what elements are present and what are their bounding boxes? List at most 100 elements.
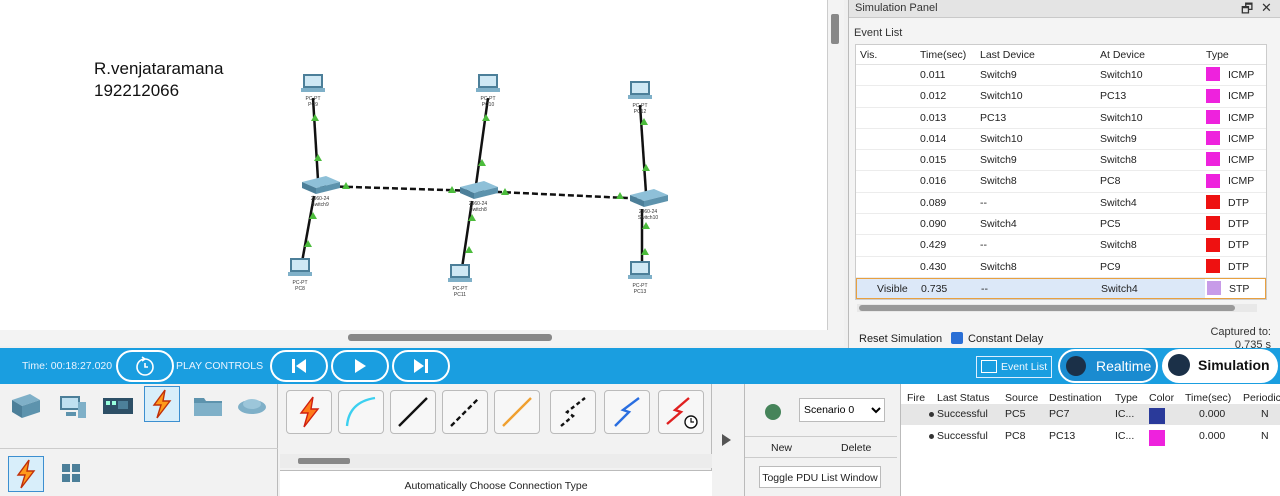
copper-cross-icon[interactable] bbox=[442, 390, 488, 434]
fire-dot-icon[interactable] bbox=[929, 412, 934, 417]
event-row[interactable]: Visible 0.735 -- Switch4 STP bbox=[856, 277, 1266, 299]
realtime-mode-button[interactable]: Realtime bbox=[1058, 349, 1158, 383]
toggle-pdu-list-button[interactable]: Toggle PDU List Window bbox=[759, 466, 881, 488]
step-forward-button[interactable] bbox=[392, 350, 450, 382]
event-list-button[interactable]: Event List bbox=[976, 356, 1052, 378]
event-type-label: DTP bbox=[1228, 260, 1249, 273]
scroll-thumb[interactable] bbox=[348, 334, 552, 341]
scroll-thumb[interactable] bbox=[298, 458, 350, 464]
event-vis bbox=[856, 65, 920, 85]
scenario-select[interactable]: Scenario 0 bbox=[799, 398, 885, 422]
pdu-row[interactable]: Successful PC5 PC7 IC... 0.000 N bbox=[901, 404, 1280, 425]
event-row[interactable]: 0.014 Switch10 Switch9 ICMP bbox=[856, 129, 1266, 151]
event-last-device: Switch9 bbox=[980, 154, 1017, 167]
auto-connection-icon[interactable] bbox=[8, 456, 44, 492]
event-row[interactable]: 0.015 Switch9 Switch8 ICMP bbox=[856, 150, 1266, 172]
connection-type-label: Automatically Choose Connection Type bbox=[280, 470, 712, 496]
event-row[interactable]: 0.090 Switch4 PC5 DTP bbox=[856, 214, 1266, 236]
new-scenario-button[interactable]: New bbox=[771, 442, 792, 454]
cloud-icon[interactable] bbox=[234, 388, 270, 424]
event-type: ICMP bbox=[1206, 150, 1266, 170]
folder-icon[interactable] bbox=[190, 388, 226, 424]
col-color[interactable]: Color bbox=[1149, 392, 1174, 404]
event-last-device: Switch8 bbox=[980, 175, 1017, 188]
coaxial-icon[interactable] bbox=[604, 390, 650, 434]
restore-icon[interactable]: 🗗 bbox=[1241, 0, 1253, 22]
constant-delay-checkbox[interactable]: Constant Delay bbox=[951, 332, 1043, 345]
pc-base bbox=[628, 275, 652, 279]
col-vis[interactable]: Vis. bbox=[856, 45, 920, 64]
col-time[interactable]: Time(sec) bbox=[1185, 392, 1231, 404]
workspace-vertical-scrollbar[interactable] bbox=[828, 0, 844, 330]
router-module-icon[interactable] bbox=[100, 388, 136, 424]
pc-screen bbox=[292, 260, 308, 270]
event-type: DTP bbox=[1206, 257, 1266, 277]
pdu-row[interactable]: Successful PC8 PC13 IC... 0.000 N bbox=[901, 426, 1280, 447]
close-icon[interactable]: ✕ bbox=[1261, 0, 1272, 16]
fiber-icon[interactable] bbox=[494, 390, 540, 434]
event-row[interactable]: 0.012 Switch10 PC13 ICMP bbox=[856, 86, 1266, 108]
col-fire[interactable]: Fire bbox=[907, 392, 925, 404]
event-type-label: ICMP bbox=[1228, 132, 1255, 145]
connections-icon[interactable] bbox=[144, 386, 180, 422]
pc-screen bbox=[480, 76, 496, 86]
col-source[interactable]: Source bbox=[1005, 392, 1038, 404]
reset-simulation-button[interactable]: Reset Simulation bbox=[859, 333, 942, 345]
console-cable-icon[interactable] bbox=[338, 390, 384, 434]
event-at-device: PC9 bbox=[1100, 260, 1121, 273]
col-periodic[interactable]: Periodic bbox=[1243, 392, 1280, 404]
step-back-button[interactable] bbox=[270, 350, 328, 382]
col-last-status[interactable]: Last Status bbox=[937, 392, 990, 404]
end-device-icon[interactable] bbox=[54, 388, 90, 424]
event-last-device: PC13 bbox=[980, 111, 1007, 124]
col-type[interactable]: Type bbox=[1115, 392, 1138, 404]
fire-dot-icon[interactable] bbox=[929, 434, 934, 439]
pdu-time: 0.000 bbox=[1199, 430, 1226, 442]
connection-type-panel: Automatically Choose Connection Type bbox=[280, 384, 712, 496]
col-type[interactable]: Type bbox=[1206, 45, 1266, 64]
copper-straight-icon[interactable] bbox=[390, 390, 436, 434]
event-at-device: Switch4 bbox=[1100, 196, 1137, 209]
event-last-device: Switch9 bbox=[980, 69, 1017, 81]
event-type: STP bbox=[1207, 279, 1266, 298]
col-destination[interactable]: Destination bbox=[1049, 392, 1102, 404]
event-row[interactable]: 0.013 PC13 Switch10 ICMP bbox=[856, 108, 1266, 129]
event-vis bbox=[856, 129, 920, 149]
checkbox-checked-icon[interactable] bbox=[951, 332, 963, 344]
event-time: 0.090 bbox=[920, 218, 947, 231]
power-cycle-button[interactable] bbox=[116, 350, 174, 382]
col-last-device[interactable]: Last Device bbox=[980, 45, 1100, 64]
pdu-panel-toggle[interactable] bbox=[712, 384, 740, 496]
phone-cable-icon[interactable] bbox=[550, 390, 596, 434]
logical-workspace[interactable]: R.venjataramana 192212066 2960-24 Switch9… bbox=[0, 0, 828, 330]
play-button[interactable] bbox=[331, 350, 389, 382]
workspace-horizontal-scrollbar[interactable] bbox=[0, 330, 844, 346]
simulation-footer: Reset Simulation Constant Delay Captured… bbox=[849, 322, 1280, 351]
auto-connection-icon[interactable] bbox=[286, 390, 332, 434]
event-list-horizontal-scrollbar[interactable] bbox=[857, 304, 1257, 312]
switch-icon[interactable] bbox=[8, 388, 44, 424]
col-time[interactable]: Time(sec) bbox=[920, 45, 980, 64]
info-icon[interactable] bbox=[765, 404, 781, 420]
play-controls-label: PLAY CONTROLS bbox=[176, 360, 264, 372]
divider bbox=[0, 448, 278, 449]
scroll-thumb[interactable] bbox=[831, 14, 839, 44]
event-color-swatch bbox=[1206, 258, 1220, 273]
event-row[interactable]: 0.429 -- Switch8 DTP bbox=[856, 235, 1266, 257]
event-time: 0.011 bbox=[920, 69, 946, 81]
serial-dce-icon[interactable] bbox=[658, 390, 704, 434]
col-at-device[interactable]: At Device bbox=[1100, 45, 1204, 64]
event-row[interactable]: 0.430 Switch8 PC9 DTP bbox=[856, 257, 1266, 278]
simulation-mode-button[interactable]: Simulation bbox=[1162, 349, 1278, 383]
scroll-thumb[interactable] bbox=[859, 305, 1235, 311]
connection-scrollbar[interactable] bbox=[280, 454, 712, 468]
event-row[interactable]: 0.016 Switch8 PC8 ICMP bbox=[856, 171, 1266, 193]
event-row[interactable]: 0.089 -- Switch4 DTP bbox=[856, 193, 1266, 215]
pdu-destination: PC13 bbox=[1049, 430, 1076, 442]
event-row[interactable]: 0.011 Switch9 Switch10 ICMP bbox=[856, 65, 1266, 87]
pc-base bbox=[301, 88, 325, 92]
event-color-swatch bbox=[1206, 67, 1220, 82]
grid-icon[interactable] bbox=[56, 458, 92, 494]
event-at-device: Switch4 bbox=[1101, 278, 1205, 299]
delete-scenario-button[interactable]: Delete bbox=[841, 442, 871, 454]
